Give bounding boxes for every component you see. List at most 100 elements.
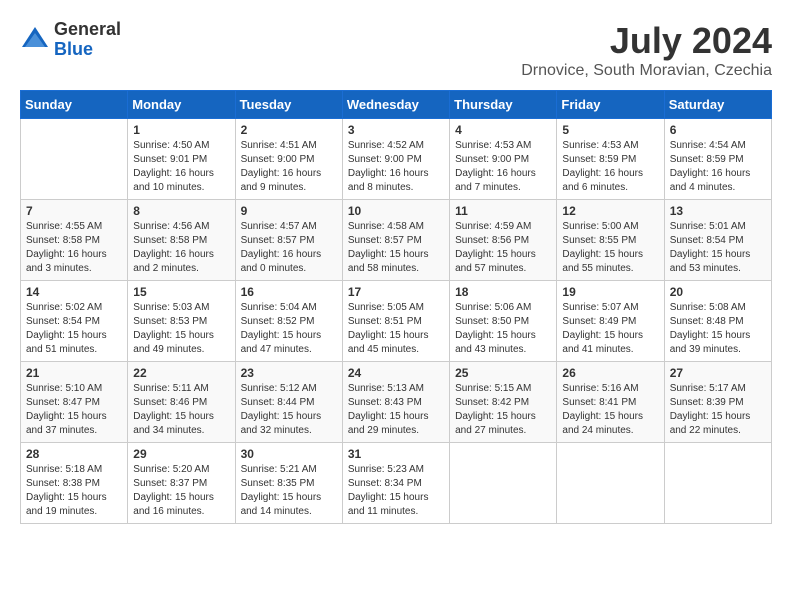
logo: General Blue xyxy=(20,20,121,60)
calendar-day-cell: 9 Sunrise: 4:57 AM Sunset: 8:57 PM Daylig… xyxy=(235,200,342,281)
day-number: 1 xyxy=(133,123,229,137)
day-info: Sunrise: 4:50 AM Sunset: 9:01 PM Dayligh… xyxy=(133,139,229,195)
calendar-week-row: 1 Sunrise: 4:50 AM Sunset: 9:01 PM Daylig… xyxy=(21,119,772,200)
day-info: Sunrise: 4:51 AM Sunset: 9:00 PM Dayligh… xyxy=(241,139,337,195)
calendar-day-cell: 12Sunrise: 5:00 AM Sunset: 8:55 PM Dayli… xyxy=(557,200,664,281)
day-number: 14 xyxy=(26,285,122,299)
calendar-day-header: Wednesday xyxy=(342,91,449,119)
location-label: Drnovice, South Moravian, Czechia xyxy=(521,62,772,80)
calendar-day-cell: 5 Sunrise: 4:53 AM Sunset: 8:59 PM Daylig… xyxy=(557,119,664,200)
day-number: 6 xyxy=(670,123,766,137)
day-number: 24 xyxy=(348,366,444,380)
day-number: 19 xyxy=(562,285,658,299)
day-info: Sunrise: 4:53 AM Sunset: 8:59 PM Dayligh… xyxy=(562,139,658,195)
calendar-day-header: Friday xyxy=(557,91,664,119)
day-info: Sunrise: 5:08 AM Sunset: 8:48 PM Dayligh… xyxy=(670,301,766,357)
day-info: Sunrise: 5:15 AM Sunset: 8:42 PM Dayligh… xyxy=(455,382,551,438)
day-info: Sunrise: 4:57 AM Sunset: 8:57 PM Dayligh… xyxy=(241,220,337,276)
day-info: Sunrise: 5:02 AM Sunset: 8:54 PM Dayligh… xyxy=(26,301,122,357)
logo-general-label: General xyxy=(54,20,121,40)
logo-icon xyxy=(20,25,50,55)
day-number: 15 xyxy=(133,285,229,299)
day-info: Sunrise: 4:52 AM Sunset: 9:00 PM Dayligh… xyxy=(348,139,444,195)
calendar-week-row: 28Sunrise: 5:18 AM Sunset: 8:38 PM Dayli… xyxy=(21,443,772,524)
day-info: Sunrise: 5:05 AM Sunset: 8:51 PM Dayligh… xyxy=(348,301,444,357)
calendar-day-cell: 24 Sunrise: 5:13 AM Sunset: 8:43 PM Dayli… xyxy=(342,362,449,443)
calendar-day-cell xyxy=(21,119,128,200)
page-header: General Blue July 2024 Drnovice, South M… xyxy=(20,20,772,80)
calendar-day-header: Sunday xyxy=(21,91,128,119)
calendar-day-cell: 10Sunrise: 4:58 AM Sunset: 8:57 PM Dayli… xyxy=(342,200,449,281)
calendar-day-cell: 31 Sunrise: 5:23 AM Sunset: 8:34 PM Dayli… xyxy=(342,443,449,524)
day-info: Sunrise: 5:00 AM Sunset: 8:55 PM Dayligh… xyxy=(562,220,658,276)
day-number: 13 xyxy=(670,204,766,218)
calendar-day-cell: 21 Sunrise: 5:10 AM Sunset: 8:47 PM Dayli… xyxy=(21,362,128,443)
calendar-day-cell: 1 Sunrise: 4:50 AM Sunset: 9:01 PM Daylig… xyxy=(128,119,235,200)
calendar-day-cell: 14 Sunrise: 5:02 AM Sunset: 8:54 PM Dayli… xyxy=(21,281,128,362)
day-number: 8 xyxy=(133,204,229,218)
calendar-day-cell: 29Sunrise: 5:20 AM Sunset: 8:37 PM Dayli… xyxy=(128,443,235,524)
calendar-day-cell: 7 Sunrise: 4:55 AM Sunset: 8:58 PM Daylig… xyxy=(21,200,128,281)
day-info: Sunrise: 5:03 AM Sunset: 8:53 PM Dayligh… xyxy=(133,301,229,357)
calendar-day-cell: 23 Sunrise: 5:12 AM Sunset: 8:44 PM Dayli… xyxy=(235,362,342,443)
calendar-day-cell: 6 Sunrise: 4:54 AM Sunset: 8:59 PM Daylig… xyxy=(664,119,771,200)
calendar-day-cell: 17Sunrise: 5:05 AM Sunset: 8:51 PM Dayli… xyxy=(342,281,449,362)
calendar-day-cell: 3 Sunrise: 4:52 AM Sunset: 9:00 PM Daylig… xyxy=(342,119,449,200)
day-info: Sunrise: 5:20 AM Sunset: 8:37 PM Dayligh… xyxy=(133,463,229,519)
calendar-day-cell: 27 Sunrise: 5:17 AM Sunset: 8:39 PM Dayli… xyxy=(664,362,771,443)
day-number: 31 xyxy=(348,447,444,461)
day-number: 30 xyxy=(241,447,337,461)
calendar-day-cell: 19 Sunrise: 5:07 AM Sunset: 8:49 PM Dayli… xyxy=(557,281,664,362)
day-info: Sunrise: 5:06 AM Sunset: 8:50 PM Dayligh… xyxy=(455,301,551,357)
day-info: Sunrise: 4:56 AM Sunset: 8:58 PM Dayligh… xyxy=(133,220,229,276)
calendar-day-cell xyxy=(664,443,771,524)
day-info: Sunrise: 5:13 AM Sunset: 8:43 PM Dayligh… xyxy=(348,382,444,438)
calendar-day-cell: 25 Sunrise: 5:15 AM Sunset: 8:42 PM Dayli… xyxy=(450,362,557,443)
calendar-week-row: 14 Sunrise: 5:02 AM Sunset: 8:54 PM Dayli… xyxy=(21,281,772,362)
day-info: Sunrise: 5:17 AM Sunset: 8:39 PM Dayligh… xyxy=(670,382,766,438)
day-info: Sunrise: 5:16 AM Sunset: 8:41 PM Dayligh… xyxy=(562,382,658,438)
calendar-day-cell: 18 Sunrise: 5:06 AM Sunset: 8:50 PM Dayli… xyxy=(450,281,557,362)
calendar-day-header: Monday xyxy=(128,91,235,119)
calendar-day-cell: 4Sunrise: 4:53 AM Sunset: 9:00 PM Daylig… xyxy=(450,119,557,200)
calendar-day-header: Tuesday xyxy=(235,91,342,119)
day-info: Sunrise: 4:54 AM Sunset: 8:59 PM Dayligh… xyxy=(670,139,766,195)
day-info: Sunrise: 5:23 AM Sunset: 8:34 PM Dayligh… xyxy=(348,463,444,519)
calendar-day-cell: 30 Sunrise: 5:21 AM Sunset: 8:35 PM Dayli… xyxy=(235,443,342,524)
day-info: Sunrise: 5:10 AM Sunset: 8:47 PM Dayligh… xyxy=(26,382,122,438)
day-number: 16 xyxy=(241,285,337,299)
title-section: July 2024 Drnovice, South Moravian, Czec… xyxy=(521,20,772,80)
day-number: 26 xyxy=(562,366,658,380)
day-number: 9 xyxy=(241,204,337,218)
day-info: Sunrise: 5:07 AM Sunset: 8:49 PM Dayligh… xyxy=(562,301,658,357)
day-number: 3 xyxy=(348,123,444,137)
day-info: Sunrise: 5:01 AM Sunset: 8:54 PM Dayligh… xyxy=(670,220,766,276)
day-info: Sunrise: 5:04 AM Sunset: 8:52 PM Dayligh… xyxy=(241,301,337,357)
day-number: 27 xyxy=(670,366,766,380)
day-number: 21 xyxy=(26,366,122,380)
day-number: 22 xyxy=(133,366,229,380)
calendar-table: SundayMondayTuesdayWednesdayThursdayFrid… xyxy=(20,90,772,524)
calendar-day-cell xyxy=(450,443,557,524)
day-number: 7 xyxy=(26,204,122,218)
day-info: Sunrise: 4:53 AM Sunset: 9:00 PM Dayligh… xyxy=(455,139,551,195)
day-info: Sunrise: 4:58 AM Sunset: 8:57 PM Dayligh… xyxy=(348,220,444,276)
calendar-day-cell: 2Sunrise: 4:51 AM Sunset: 9:00 PM Daylig… xyxy=(235,119,342,200)
day-number: 20 xyxy=(670,285,766,299)
day-number: 18 xyxy=(455,285,551,299)
calendar-week-row: 7 Sunrise: 4:55 AM Sunset: 8:58 PM Daylig… xyxy=(21,200,772,281)
day-info: Sunrise: 5:12 AM Sunset: 8:44 PM Dayligh… xyxy=(241,382,337,438)
day-number: 28 xyxy=(26,447,122,461)
calendar-day-cell: 15 Sunrise: 5:03 AM Sunset: 8:53 PM Dayli… xyxy=(128,281,235,362)
day-info: Sunrise: 4:55 AM Sunset: 8:58 PM Dayligh… xyxy=(26,220,122,276)
logo-text: General Blue xyxy=(54,20,121,60)
day-number: 25 xyxy=(455,366,551,380)
day-number: 5 xyxy=(562,123,658,137)
logo-blue-label: Blue xyxy=(54,40,121,60)
calendar-day-cell: 11Sunrise: 4:59 AM Sunset: 8:56 PM Dayli… xyxy=(450,200,557,281)
month-title: July 2024 xyxy=(521,20,772,62)
day-info: Sunrise: 5:21 AM Sunset: 8:35 PM Dayligh… xyxy=(241,463,337,519)
calendar-day-cell: 28Sunrise: 5:18 AM Sunset: 8:38 PM Dayli… xyxy=(21,443,128,524)
day-info: Sunrise: 4:59 AM Sunset: 8:56 PM Dayligh… xyxy=(455,220,551,276)
day-number: 23 xyxy=(241,366,337,380)
